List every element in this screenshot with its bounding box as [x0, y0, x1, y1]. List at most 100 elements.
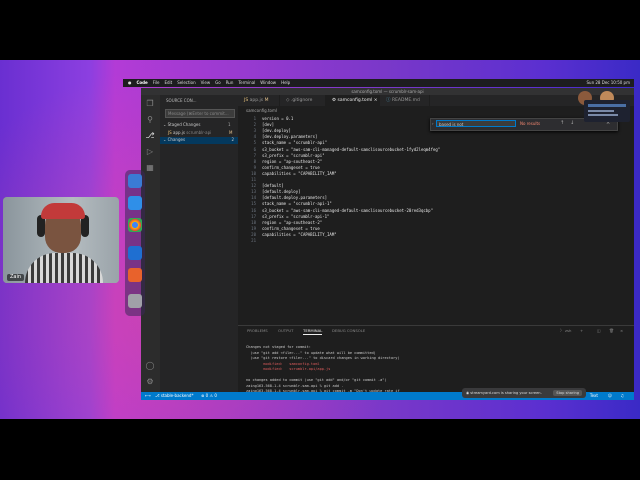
trash-icon[interactable]	[128, 294, 142, 308]
error-icon: ⊗	[201, 393, 205, 398]
bell-icon[interactable]: ♫	[620, 392, 624, 400]
webcam-feed: Zain	[3, 197, 119, 283]
problems-indicator[interactable]: ⊗ 0 ⚠ 0	[201, 392, 217, 400]
changes-group[interactable]: ⌄ Changes 2	[160, 137, 238, 144]
trash-icon[interactable]: 🗑	[609, 328, 614, 334]
settings-gear-icon[interactable]: ⚙	[145, 377, 155, 387]
code-line[interactable]: 18 region = "ap-southeast-2"	[238, 220, 438, 226]
staged-file-item[interactable]: JS app.js scrumblr-api	[168, 130, 211, 136]
menu-app-name[interactable]: Code	[137, 79, 148, 87]
tab-terminal[interactable]: TERMINAL	[303, 328, 323, 335]
stop-sharing-button[interactable]: Stop sharing	[553, 390, 582, 396]
terminal-line: (use "git add <file>..." to update what …	[246, 350, 376, 355]
code-line[interactable]: 6 s3_bucket = "aws-sam-cli-managed-defaul…	[238, 147, 441, 153]
finder-icon[interactable]	[128, 174, 142, 188]
line-number: 9	[253, 164, 256, 170]
source-control-icon[interactable]: ⎇	[145, 131, 155, 141]
account-icon[interactable]: ◯	[145, 361, 155, 371]
code-line[interactable]: 13 [default.deploy]	[238, 189, 438, 195]
menu-view[interactable]: View	[201, 79, 211, 87]
tab-output[interactable]: OUTPUT	[278, 328, 293, 334]
breadcrumb[interactable]: samconfig.toml	[246, 107, 277, 114]
menu-terminal[interactable]: Terminal	[238, 79, 255, 87]
git-branch[interactable]: ⎇ stable-backend*	[155, 392, 193, 400]
chrome-icon[interactable]	[128, 218, 142, 232]
code-line[interactable]: 2 [dev]	[238, 122, 438, 128]
mail-icon[interactable]	[128, 196, 142, 210]
tab-problems[interactable]: PROBLEMS	[247, 328, 268, 334]
code-line[interactable]: 11	[238, 177, 438, 183]
swift-playgrounds-icon[interactable]	[128, 268, 142, 282]
line-text: [default]	[262, 183, 284, 189]
staged-changes-group[interactable]: ⌄ Staged Changes	[163, 122, 200, 128]
thumbnail-line	[588, 110, 614, 112]
menu-edit[interactable]: Edit	[164, 79, 172, 87]
file-icon: ◇	[286, 98, 290, 103]
tab-gitignore[interactable]: ◇ .gitignore	[280, 95, 326, 106]
menu-go[interactable]: Go	[215, 79, 221, 87]
terminal-line: zaing163-568-1-4 scrumblr-sam-api % git …	[246, 383, 344, 388]
tab-readme[interactable]: ⓘ README.md	[380, 95, 430, 106]
code-line[interactable]: 19 confirm_changeset = true	[238, 226, 438, 232]
close-panel-icon[interactable]: ×	[620, 328, 623, 334]
search-icon[interactable]: ⚲	[145, 115, 155, 125]
code-line[interactable]: 9 confirm_changeset = true	[238, 165, 438, 171]
apple-icon[interactable]: ●	[128, 79, 132, 87]
code-line[interactable]: 5 stack_name = "scrumblr-api"	[238, 140, 438, 146]
js-file-icon: JS	[244, 98, 249, 103]
menu-window[interactable]: Window	[260, 79, 276, 87]
find-next-icon[interactable]: ↓	[570, 119, 574, 127]
explorer-icon[interactable]: ❐	[145, 99, 155, 109]
code-line[interactable]: 17 s3_prefix = "scrumblr-api-1"	[238, 214, 438, 220]
tab-app-js[interactable]: JS app.js M	[238, 95, 280, 106]
tab-samconfig-toml[interactable]: ⚙ samconfig.toml ×	[326, 95, 380, 106]
chevron-right-icon[interactable]: ›	[432, 120, 434, 127]
code-line[interactable]: 21	[238, 238, 438, 244]
tab-status: M	[264, 98, 269, 103]
code-line[interactable]: 20 capabilities = "CAPABILITY_IAM"	[238, 232, 438, 238]
terminal-shell-select[interactable]: 〉 zsh	[560, 328, 571, 334]
add-terminal-icon[interactable]: +	[580, 328, 583, 334]
branch-name: stable-backend*	[160, 393, 194, 398]
find-input[interactable]: based is not	[436, 120, 516, 127]
find-prev-icon[interactable]: ↑	[560, 119, 564, 127]
split-terminal-icon[interactable]: ◫	[597, 328, 601, 334]
code-line[interactable]: 15 stack_name = "scrumblr-api-1"	[238, 201, 438, 207]
staged-file-status: M	[229, 130, 233, 135]
code-line[interactable]: 7 s3_prefix = "scrumblr-api"	[238, 153, 438, 159]
language-mode[interactable]: Text	[590, 392, 598, 400]
line-number: 12	[251, 183, 256, 189]
menu-run[interactable]: Run	[226, 79, 234, 87]
code-line[interactable]: 16 s3_bucket = "aws-sam-cli-managed-defau…	[238, 208, 438, 214]
thumbnail-bar	[588, 104, 626, 107]
code-line[interactable]: 12 [default]	[238, 183, 438, 189]
vscode-icon[interactable]	[128, 246, 142, 260]
js-file-icon: JS	[168, 130, 172, 135]
code-line[interactable]: 1 version = 0.1	[238, 116, 438, 122]
line-number: 14	[251, 195, 256, 201]
commit-message-input[interactable]: Message (⌘Enter to commit...	[165, 109, 235, 118]
menu-help[interactable]: Help	[281, 79, 290, 87]
code-line[interactable]: 3 [dev.deploy]	[238, 128, 438, 134]
menu-file[interactable]: File	[153, 79, 160, 87]
warning-count: 0	[214, 393, 217, 398]
code-line[interactable]: 4 [dev.deploy.parameters]	[238, 134, 438, 140]
line-text: [default.deploy.parameters]	[262, 195, 328, 201]
run-debug-icon[interactable]: ▷	[145, 147, 155, 157]
code-line[interactable]: 8 region = "ap-southeast-2"	[238, 159, 438, 165]
code-line[interactable]: 14 [default.deploy.parameters]	[238, 195, 438, 201]
code-line[interactable]: 10 capabilities = "CAPABILITY_IAM"	[238, 171, 438, 177]
line-number: 8	[253, 158, 256, 164]
menu-selection[interactable]: Selection	[177, 79, 195, 87]
menubar-clock[interactable]: Sun 28 Dec 10:50 pm	[587, 79, 631, 87]
line-text: [dev]	[262, 122, 275, 128]
tab-debug-console[interactable]: DEBUG CONSOLE	[332, 328, 365, 334]
code-editor[interactable]: 1 version = 0.1 2 [dev] 3 [dev.deploy] 4 [dev.d…	[238, 115, 634, 325]
branch-icon: ⎇	[155, 393, 160, 398]
line-number: 20	[251, 231, 256, 237]
close-icon[interactable]: ×	[374, 98, 378, 103]
feedback-icon[interactable]: ☺	[608, 392, 612, 400]
dock	[125, 170, 145, 316]
extensions-icon[interactable]: ▦	[145, 163, 155, 173]
remote-icon[interactable]: ⟷	[145, 392, 151, 400]
